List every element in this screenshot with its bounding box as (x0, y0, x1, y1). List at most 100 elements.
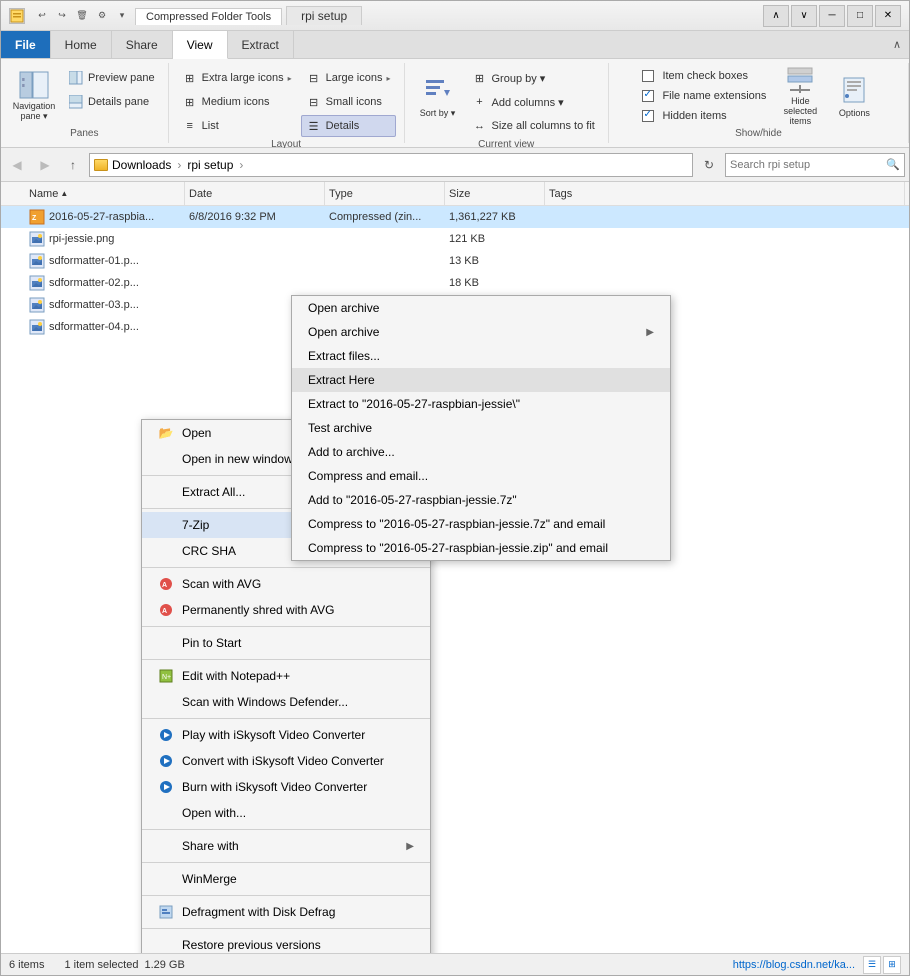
small-icons-btn[interactable]: ⊟ Small icons (301, 91, 396, 113)
compressed-folder-tab[interactable]: Compressed Folder Tools (135, 8, 282, 25)
table-row[interactable]: sdformatter-02.p... 18 KB (1, 272, 909, 294)
details-pane-btn[interactable]: Details pane (63, 91, 160, 113)
chevron-up-btn[interactable]: ∧ (763, 5, 789, 27)
large-icons-btn[interactable]: ⊟ Large icons ▸ (301, 67, 396, 89)
list-btn[interactable]: ≡ List (177, 115, 297, 137)
file-name-ext-btn[interactable]: File name extensions (637, 87, 771, 105)
sub-extract-files[interactable]: Extract files... (292, 344, 670, 368)
forward-btn[interactable]: ▶ (33, 153, 57, 177)
refresh-btn[interactable]: ↻ (697, 153, 721, 177)
ctx-burn-isky[interactable]: Burn with iSkysoft Video Converter (142, 774, 430, 800)
view-col: ⊞ Group by ▾ + Add columns ▾ ↔ Size all … (467, 67, 600, 137)
layout-content: ⊞ Extra large icons ▸ ⊞ Medium icons ≡ L… (177, 67, 396, 137)
group-by-icon: ⊞ (472, 70, 488, 86)
details-btn[interactable]: ☰ Details (301, 115, 396, 137)
qa-dropdown-btn[interactable]: ▾ (113, 7, 131, 25)
address-bar[interactable]: Downloads › rpi setup › (89, 153, 693, 177)
ctx-convert-isky[interactable]: Convert with iSkysoft Video Converter (142, 748, 430, 774)
qa-properties-btn[interactable]: ⚙ (93, 7, 111, 25)
rpi-setup-tab[interactable]: rpi setup (286, 6, 362, 25)
sub-open-archive-1[interactable]: Open archive (292, 296, 670, 320)
ctx-share-with[interactable]: Share with ▶ (142, 833, 430, 859)
sub-compress-zip-email[interactable]: Compress to "2016-05-27-raspbian-jessie.… (292, 536, 670, 560)
ctx-open-with[interactable]: Open with... (142, 800, 430, 826)
tab-extract[interactable]: Extract (228, 31, 294, 58)
size-all-columns-btn[interactable]: ↔ Size all columns to fit (467, 115, 600, 137)
tab-home[interactable]: Home (51, 31, 112, 58)
maximize-btn[interactable]: □ (847, 5, 873, 27)
list-label: List (202, 120, 219, 132)
sort-icon (422, 74, 454, 106)
col-header-type[interactable]: Type (325, 182, 445, 205)
sub-open-archive-2[interactable]: Open archive ▶ (292, 320, 670, 344)
navigation-pane-btn[interactable]: ≡ ≡ Navigation pane ▾ (9, 67, 59, 125)
ctx-notepad-pp[interactable]: N+ Edit with Notepad++ (142, 663, 430, 689)
crumb-downloads[interactable]: Downloads (112, 158, 171, 172)
extra-large-icon: ⊞ (182, 70, 198, 86)
content-area: Name ▲ Date Type Size Tags (1, 182, 909, 953)
search-bar[interactable]: 🔍 (725, 153, 905, 177)
hidden-items-btn[interactable]: Hidden items (637, 107, 771, 125)
options-btn[interactable]: Options (829, 67, 879, 125)
add-columns-btn[interactable]: + Add columns ▾ (467, 91, 600, 113)
large-view-btn[interactable]: ⊞ (883, 956, 901, 974)
table-row[interactable]: rpi-jessie.png 121 KB (1, 228, 909, 250)
details-pane-icon (68, 94, 84, 110)
ctx-restore-prev[interactable]: Restore previous versions (142, 932, 430, 953)
chevron-down-btn[interactable]: ∨ (791, 5, 817, 27)
file-date-0: 6/8/2016 9:32 PM (185, 211, 325, 223)
tab-file[interactable]: File (1, 31, 51, 58)
sub-extract-here[interactable]: Extract Here (292, 368, 670, 392)
minimize-btn[interactable]: ─ (819, 5, 845, 27)
sub-add-archive[interactable]: Add to archive... (292, 440, 670, 464)
table-row[interactable]: sdformatter-01.p... 13 KB (1, 250, 909, 272)
sub-extract-to-label: Extract to "2016-05-27-raspbian-jessie\" (308, 397, 520, 411)
search-input[interactable] (730, 159, 886, 171)
crumb-sep1: › (177, 158, 181, 172)
preview-pane-btn[interactable]: Preview pane (63, 67, 160, 89)
view-toggle-icons: ☰ ⊞ (863, 956, 901, 974)
ctx-restore-prev-label: Restore previous versions (182, 938, 321, 952)
back-btn[interactable]: ◀ (5, 153, 29, 177)
ctx-play-isky[interactable]: Play with iSkysoft Video Converter (142, 722, 430, 748)
sub-add-7z[interactable]: Add to "2016-05-27-raspbian-jessie.7z" (292, 488, 670, 512)
tab-view[interactable]: View (173, 31, 228, 59)
sort-by-btn[interactable]: Sort by ▾ (413, 67, 463, 125)
status-link[interactable]: https://blog.csdn.net/ka... (733, 959, 855, 971)
sub-compress-7z-email[interactable]: Compress to "2016-05-27-raspbian-jessie.… (292, 512, 670, 536)
close-btn[interactable]: ✕ (875, 5, 901, 27)
tab-share[interactable]: Share (112, 31, 173, 58)
ctx-pin-start[interactable]: Pin to Start (142, 630, 430, 656)
ctx-defrag[interactable]: Defragment with Disk Defrag (142, 899, 430, 925)
table-row[interactable]: Z 2016-05-27-raspbia... 6/8/2016 9:32 PM… (1, 206, 909, 228)
item-check-boxes-btn[interactable]: Item check boxes (637, 67, 771, 85)
ctx-winmerge-label: WinMerge (182, 872, 237, 886)
delete-btn[interactable]: 🗑 (73, 7, 91, 25)
ctx-shred-avg[interactable]: A Permanently shred with AVG (142, 597, 430, 623)
col-header-size[interactable]: Size (445, 182, 545, 205)
undo-btn[interactable]: ↩ (33, 7, 51, 25)
hide-selected-btn[interactable]: Hide selected items (775, 67, 825, 125)
ctx-scan-avg[interactable]: A Scan with AVG (142, 571, 430, 597)
options-icon (838, 74, 870, 106)
group-by-btn[interactable]: ⊞ Group by ▾ (467, 67, 600, 89)
extra-large-icons-btn[interactable]: ⊞ Extra large icons ▸ (177, 67, 297, 89)
sub-extract-to[interactable]: Extract to "2016-05-27-raspbian-jessie\" (292, 392, 670, 416)
redo-btn[interactable]: ↪ (53, 7, 71, 25)
col-header-tags[interactable]: Tags (545, 182, 905, 205)
ribbon: File Home Share View Extract ∧ ≡ (1, 31, 909, 148)
defrag-icon (158, 904, 174, 920)
col-header-date[interactable]: Date (185, 182, 325, 205)
ctx-open-new-window-label: Open in new window (182, 452, 293, 466)
ctx-sep-4 (142, 626, 430, 627)
up-btn[interactable]: ↑ (61, 153, 85, 177)
col-header-name[interactable]: Name ▲ (25, 182, 185, 205)
ctx-winmerge[interactable]: WinMerge (142, 866, 430, 892)
ctx-defender[interactable]: Scan with Windows Defender... (142, 689, 430, 715)
ribbon-collapse-btn[interactable]: ∧ (885, 31, 909, 58)
sub-test-archive[interactable]: Test archive (292, 416, 670, 440)
details-view-btn[interactable]: ☰ (863, 956, 881, 974)
crumb-rpi-setup[interactable]: rpi setup (187, 158, 233, 172)
medium-icons-btn[interactable]: ⊞ Medium icons (177, 91, 297, 113)
sub-compress-email[interactable]: Compress and email... (292, 464, 670, 488)
